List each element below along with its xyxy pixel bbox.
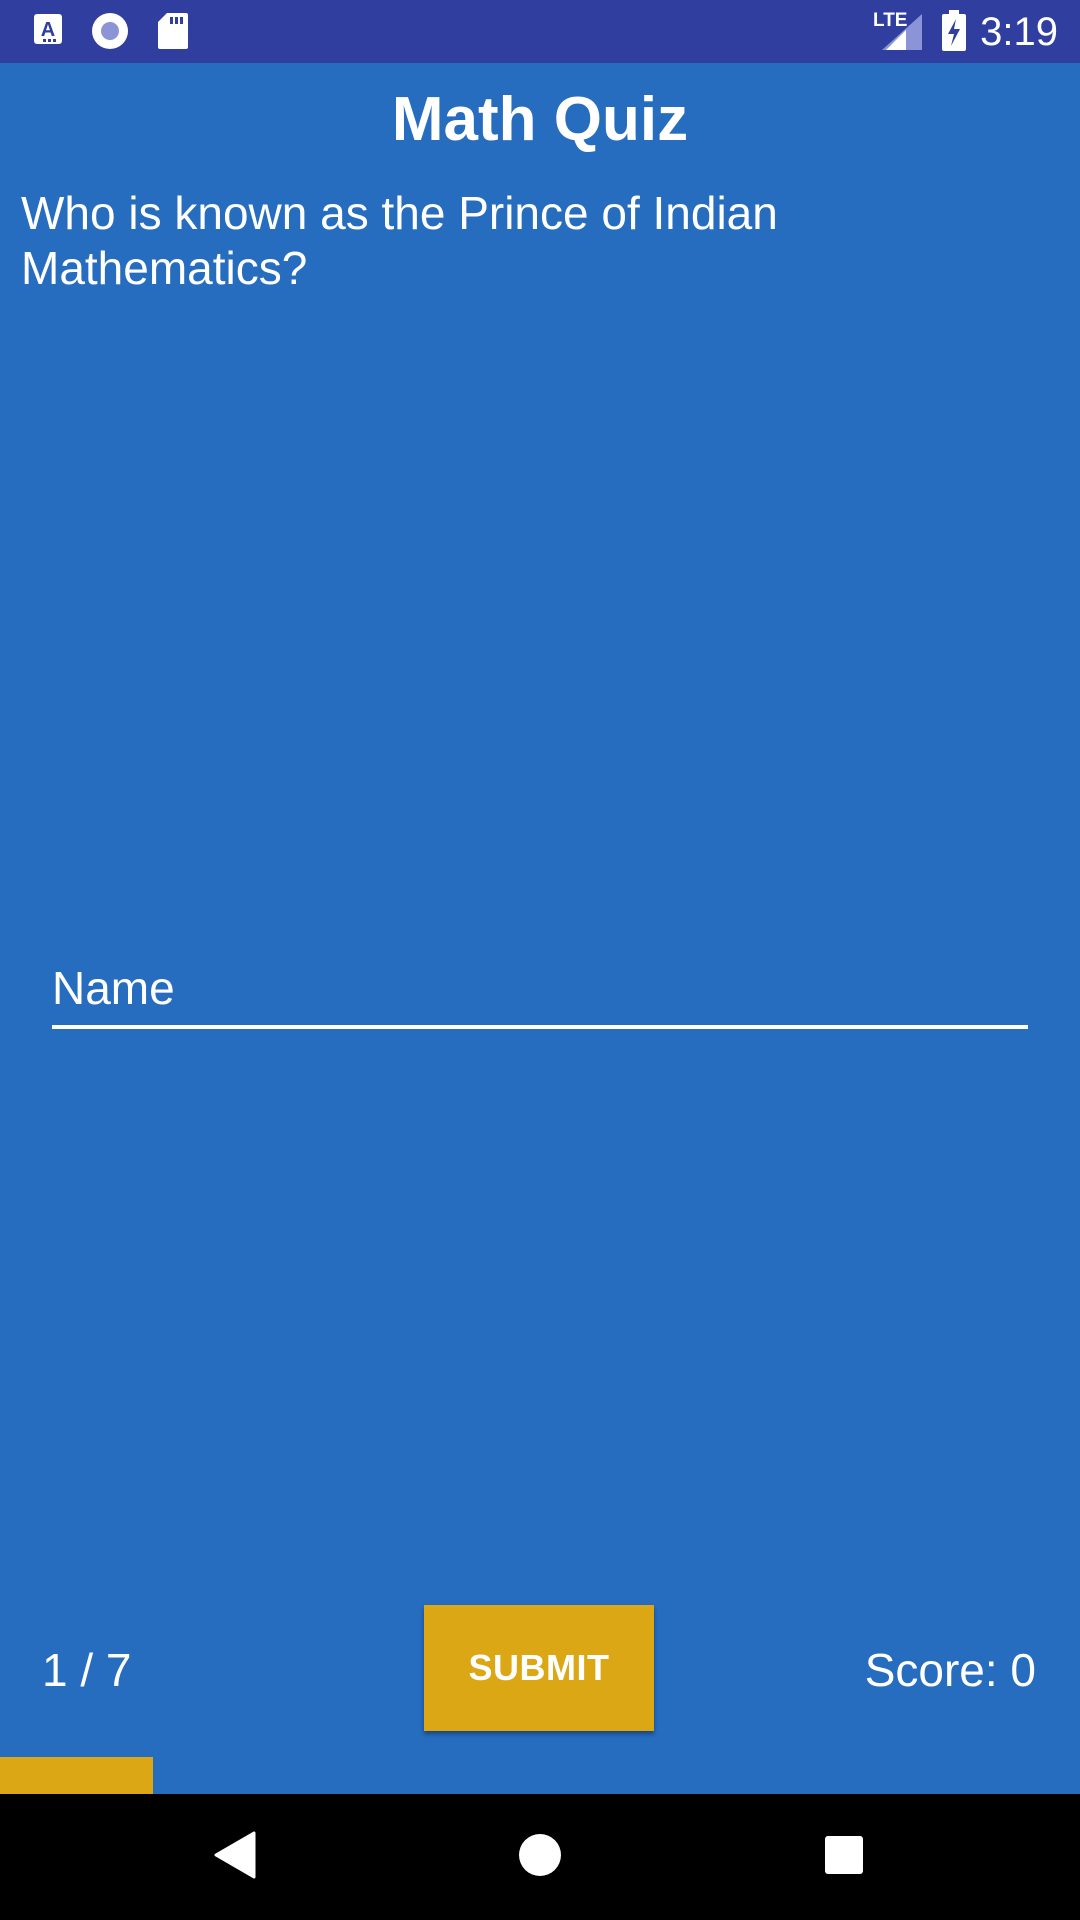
submit-button[interactable]: SUBMIT [424, 1605, 654, 1731]
battery-charging-icon [941, 10, 967, 57]
a-accessibility-icon: A [32, 12, 64, 53]
lte-signal-icon [882, 14, 922, 55]
sd-card-icon [157, 12, 189, 55]
clock: 3:19 [980, 10, 1058, 54]
back-icon [214, 1831, 258, 1884]
svg-text:A: A [41, 19, 55, 41]
radio-circle-icon [91, 12, 129, 55]
recents-icon [824, 1835, 864, 1880]
page-title: Math Quiz [391, 85, 689, 154]
question-text: Who is known as the Prince of Indian Mat… [21, 187, 778, 294]
status-bar: A LTE 3:19 [0, 0, 1080, 63]
progress-bar [0, 1757, 1080, 1794]
back-button[interactable] [166, 1794, 306, 1920]
home-button[interactable] [470, 1794, 610, 1920]
answer-input[interactable] [52, 955, 1028, 1021]
home-icon [518, 1833, 562, 1882]
progress-fill [0, 1757, 154, 1794]
answer-field[interactable] [52, 955, 1028, 1029]
navigation-bar [0, 1794, 1080, 1920]
score-text: Score: 0 [864, 1644, 1036, 1696]
question-counter: 1 / 7 [42, 1644, 132, 1696]
recents-button[interactable] [774, 1794, 914, 1920]
